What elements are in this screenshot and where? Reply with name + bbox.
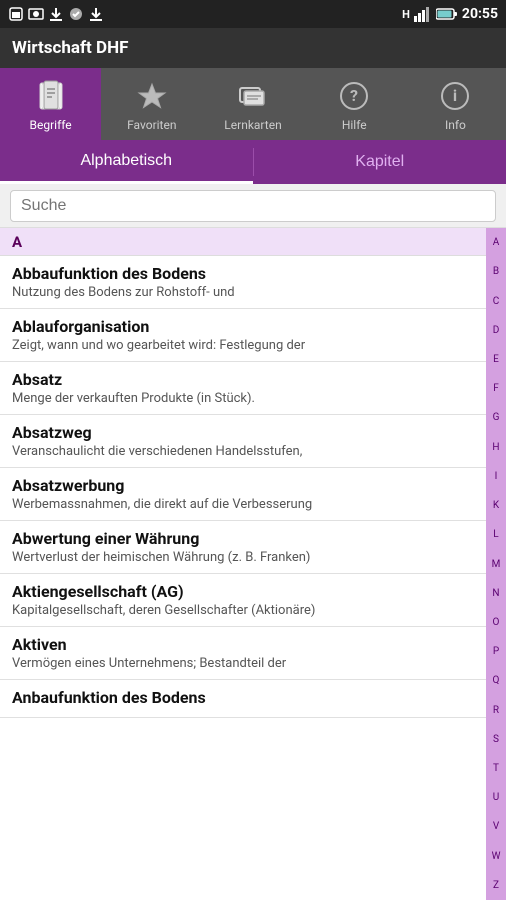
entry-title: Absatzwerbung [12, 476, 474, 495]
tab-bar: Begriffe Favoriten Lernkarten ? H [0, 68, 506, 140]
tab-hilfe-label: Hilfe [342, 118, 367, 132]
alpha-letter-e[interactable]: E [486, 345, 506, 374]
entry-subtitle: Menge der verkauften Produkte (in Stück)… [12, 391, 474, 406]
alpha-letter-a[interactable]: A [486, 228, 506, 257]
list-item[interactable]: Absatzweg Veranschaulicht die verschiede… [0, 415, 486, 468]
entry-title: Abwertung einer Währung [12, 529, 474, 548]
entry-subtitle: Veranschaulicht die verschiedenen Handel… [12, 444, 474, 459]
info-icon: i [437, 78, 473, 114]
alpha-letter-v[interactable]: V [486, 812, 506, 841]
tab-info[interactable]: i Info [405, 68, 506, 140]
status-icons-left [8, 6, 104, 22]
sim-icon [8, 6, 24, 22]
entry-title: Absatzweg [12, 423, 474, 442]
segment-alphabetisch[interactable]: Alphabetisch [0, 140, 253, 184]
arrow-icon [88, 6, 104, 22]
entry-subtitle: Werbemassnahmen, die direkt auf die Verb… [12, 497, 474, 512]
svg-text:?: ? [350, 86, 358, 105]
entry-subtitle: Zeigt, wann und wo gearbeitet wird: Fest… [12, 338, 474, 353]
alpha-letter-c[interactable]: C [486, 286, 506, 315]
tab-begriffe[interactable]: Begriffe [0, 68, 101, 140]
battery-icon [436, 7, 458, 21]
segment-kapitel[interactable]: Kapitel [254, 140, 506, 184]
begriffe-icon [33, 78, 69, 114]
alpha-letter-k[interactable]: K [486, 491, 506, 520]
entry-subtitle: Kapitalgesellschaft, deren Gesellschafte… [12, 603, 474, 618]
segment-bar: Alphabetisch Kapitel [0, 140, 506, 184]
app-title: Wirtschaft DHF [12, 38, 128, 58]
entry-list: A Abbaufunktion des Bodens Nutzung des B… [0, 228, 506, 900]
entry-title: Aktiengesellschaft (AG) [12, 582, 474, 601]
alpha-letter-s[interactable]: S [486, 725, 506, 754]
status-bar: H 20:55 [0, 0, 506, 28]
signal-icon [414, 6, 432, 22]
tab-info-label: Info [445, 118, 466, 132]
alpha-letter-p[interactable]: P [486, 637, 506, 666]
alpha-letter-g[interactable]: G [486, 403, 506, 432]
hilfe-icon: ? [336, 78, 372, 114]
tab-lernkarten-label: Lernkarten [224, 118, 281, 132]
list-item[interactable]: Ablauforganisation Zeigt, wann und wo ge… [0, 309, 486, 362]
entry-title: Absatz [12, 370, 474, 389]
alpha-letter-u[interactable]: U [486, 783, 506, 812]
svg-text:i: i [453, 86, 457, 105]
entry-title: Abbaufunktion des Bodens [12, 264, 474, 283]
alpha-letter-t[interactable]: T [486, 754, 506, 783]
download-icon [48, 6, 64, 22]
tab-lernkarten[interactable]: Lernkarten [202, 68, 303, 140]
alpha-letter-h[interactable]: H [486, 433, 506, 462]
alpha-letter-d[interactable]: D [486, 316, 506, 345]
alpha-letter-m[interactable]: M [486, 549, 506, 578]
alpha-letter-q[interactable]: Q [486, 666, 506, 695]
tab-begriffe-label: Begriffe [30, 118, 72, 132]
section-header-a: A [0, 228, 486, 256]
tab-favoriten-label: Favoriten [127, 118, 176, 132]
entry-subtitle: Vermögen eines Unternehmens; Bestandteil… [12, 656, 474, 671]
entry-title: Anbaufunktion des Bodens [12, 688, 474, 707]
alpha-letter-w[interactable]: W [486, 842, 506, 871]
photo-icon [28, 6, 44, 22]
list-item[interactable]: Abwertung einer Währung Wertverlust der … [0, 521, 486, 574]
alpha-letter-b[interactable]: B [486, 257, 506, 286]
network-label: H [402, 8, 410, 21]
entry-subtitle: Wertverlust der heimischen Währung (z. B… [12, 550, 474, 565]
app-titlebar: Wirtschaft DHF [0, 28, 506, 68]
alpha-letter-l[interactable]: L [486, 520, 506, 549]
alpha-letter-f[interactable]: F [486, 374, 506, 403]
search-bar [0, 184, 506, 228]
entry-subtitle: Nutzung des Bodens zur Rohstoff- und [12, 285, 474, 300]
list-item[interactable]: Anbaufunktion des Bodens [0, 680, 486, 718]
tab-favoriten[interactable]: Favoriten [101, 68, 202, 140]
status-icons-right: H 20:55 [402, 6, 498, 22]
alpha-letter-r[interactable]: R [486, 696, 506, 725]
favoriten-icon [134, 78, 170, 114]
alpha-letter-n[interactable]: N [486, 579, 506, 608]
time-display: 20:55 [462, 6, 498, 22]
list-item[interactable]: Aktiven Vermögen eines Unternehmens; Bes… [0, 627, 486, 680]
alpha-letter-o[interactable]: O [486, 608, 506, 637]
entry-title: Ablauforganisation [12, 317, 474, 336]
list-item[interactable]: Abbaufunktion des Bodens Nutzung des Bod… [0, 256, 486, 309]
alpha-letter-z[interactable]: Z [486, 871, 506, 900]
alpha-letter-i[interactable]: I [486, 462, 506, 491]
lernkarten-icon [235, 78, 271, 114]
search-input[interactable] [10, 190, 496, 222]
list-item[interactable]: Aktiengesellschaft (AG) Kapitalgesellsch… [0, 574, 486, 627]
list-item[interactable]: Absatzwerbung Werbemassnahmen, die direk… [0, 468, 486, 521]
tab-hilfe[interactable]: ? Hilfe [304, 68, 405, 140]
check-icon [68, 6, 84, 22]
entry-title: Aktiven [12, 635, 474, 654]
list-item[interactable]: Absatz Menge der verkauften Produkte (in… [0, 362, 486, 415]
alphabet-sidebar: ABCDEFGHIKLMNOPQRSTUVWZ [486, 228, 506, 900]
